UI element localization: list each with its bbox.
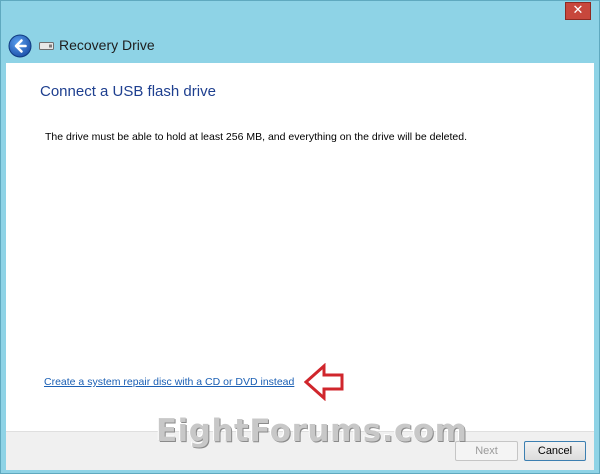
usb-drive-icon (39, 42, 54, 50)
page-heading: Connect a USB flash drive (40, 83, 216, 100)
cancel-button[interactable]: Cancel (524, 441, 586, 461)
watermark: EightForums.com (156, 413, 468, 449)
drive-requirement-text: The drive must be able to hold at least … (45, 131, 467, 143)
window-title: Recovery Drive (59, 37, 155, 53)
recovery-drive-window: ✕ Recovery Drive Connect a USB flash dri… (0, 0, 600, 474)
back-button[interactable] (8, 34, 32, 58)
system-repair-disc-link[interactable]: Create a system repair disc with a CD or… (44, 376, 294, 388)
back-arrow-icon (8, 34, 32, 58)
red-arrow-icon (304, 363, 344, 401)
content-panel: Connect a USB flash drive The drive must… (6, 63, 594, 431)
close-icon: ✕ (572, 3, 584, 18)
nav-bar: Recovery Drive (1, 29, 599, 63)
close-button[interactable]: ✕ (565, 2, 591, 20)
